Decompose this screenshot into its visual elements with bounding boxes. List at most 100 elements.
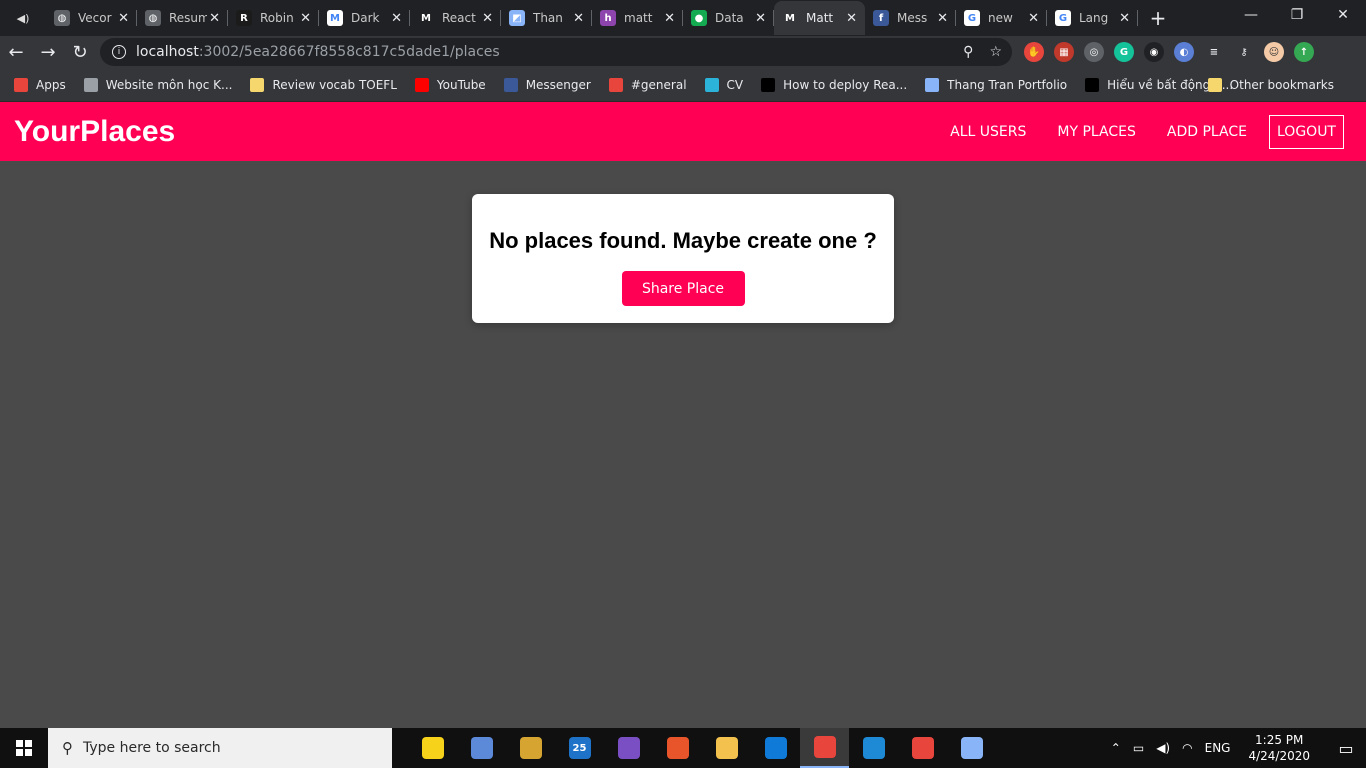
other-bookmarks[interactable]: Other bookmarks bbox=[1207, 77, 1334, 92]
address-bar[interactable]: i localhost:3002/5ea28667f8558c817c5dade… bbox=[100, 38, 1012, 66]
close-tab-icon[interactable]: ✕ bbox=[482, 11, 493, 26]
browser-tab[interactable]: ◩ Than ✕ bbox=[501, 1, 592, 35]
start-button[interactable] bbox=[0, 728, 48, 768]
language-indicator[interactable]: ENG bbox=[1205, 741, 1231, 755]
info-icon[interactable]: i bbox=[112, 45, 126, 59]
close-tab-icon[interactable]: ✕ bbox=[118, 11, 129, 26]
bookmark-item[interactable]: #general bbox=[608, 77, 687, 92]
browser-tab[interactable]: Gnew ✕ bbox=[956, 1, 1047, 35]
tab-title: Data bbox=[715, 11, 744, 25]
taskbar-app[interactable] bbox=[800, 728, 849, 768]
taskbar-app[interactable] bbox=[604, 728, 653, 768]
bookmark-item[interactable]: Apps bbox=[14, 77, 66, 92]
extension-icon[interactable]: ◐ bbox=[1174, 42, 1194, 62]
new-tab-button[interactable]: + bbox=[1138, 6, 1178, 30]
browser-tab[interactable]: G Lang ✕ bbox=[1047, 1, 1138, 35]
profile-avatar[interactable]: ☺ bbox=[1264, 42, 1284, 62]
close-tab-icon[interactable]: ✕ bbox=[846, 11, 857, 26]
battery-icon[interactable]: ▭ bbox=[1133, 741, 1144, 755]
nav-all-users[interactable]: ALL USERS bbox=[950, 124, 1026, 140]
update-icon[interactable]: ↑ bbox=[1294, 42, 1314, 62]
close-tab-icon[interactable]: ✕ bbox=[1028, 11, 1039, 26]
extension-icon[interactable]: ◉ bbox=[1144, 42, 1164, 62]
logout-button[interactable]: LOGOUT bbox=[1269, 114, 1344, 149]
vscode-icon bbox=[862, 737, 885, 759]
close-window-button[interactable]: ✕ bbox=[1320, 0, 1366, 30]
taskbar-app[interactable] bbox=[408, 728, 457, 768]
folder-icon bbox=[250, 77, 265, 92]
zoom-icon[interactable]: ⚲ bbox=[963, 44, 973, 60]
close-tab-icon[interactable]: ✕ bbox=[573, 11, 584, 26]
browser-tab[interactable]: ◍ Vecor ✕ bbox=[46, 1, 137, 35]
close-tab-icon[interactable]: ✕ bbox=[391, 11, 402, 26]
tab-list: ◍ Vecor ✕ ◍ Resum ✕ R Robin ✕ M Dark ✕ M React ✕ ◩ Than ✕… bbox=[46, 1, 1138, 35]
app-logo[interactable]: YourPlaces bbox=[14, 115, 175, 149]
bookmark-item[interactable]: Thang Tran Portfolio bbox=[925, 77, 1067, 92]
media-control-icon[interactable]: ≡ bbox=[1204, 42, 1224, 62]
bookmark-item[interactable]: YouTube bbox=[414, 77, 486, 92]
key-icon[interactable]: ⚷ bbox=[1234, 42, 1254, 62]
taskbar-app[interactable] bbox=[653, 728, 702, 768]
taskbar-app[interactable] bbox=[506, 728, 555, 768]
browser-tab[interactable]: ● Data ✕ bbox=[683, 1, 774, 35]
adblock-extension-icon[interactable]: ✋ bbox=[1024, 42, 1044, 62]
taskbar-app[interactable] bbox=[898, 728, 947, 768]
taskbar-search[interactable]: ⚲ Type here to search bbox=[48, 728, 392, 768]
browser-tab[interactable]: M React ✕ bbox=[410, 1, 501, 35]
novoresume-icon bbox=[704, 77, 719, 92]
close-tab-icon[interactable]: ✕ bbox=[664, 11, 675, 26]
bookmark-item[interactable]: Review vocab TOEFL bbox=[250, 77, 397, 92]
forward-button[interactable]: → bbox=[32, 36, 64, 68]
taskbar-app[interactable] bbox=[457, 728, 506, 768]
restore-button[interactable]: ❐ bbox=[1274, 0, 1320, 30]
notification-icon[interactable]: ▭ bbox=[1326, 739, 1366, 758]
taskbar-app[interactable] bbox=[947, 728, 996, 768]
back-button[interactable]: ← bbox=[0, 36, 32, 68]
extension-icon[interactable]: ▦ bbox=[1054, 42, 1074, 62]
tab-title: Lang bbox=[1079, 11, 1109, 25]
taskbar-app[interactable] bbox=[751, 728, 800, 768]
browser-tab[interactable]: ◍ Resum ✕ bbox=[137, 1, 228, 35]
browser-tab[interactable]: h matt ✕ bbox=[592, 1, 683, 35]
apps-grid-icon bbox=[14, 77, 28, 92]
browser-toolbar: ← → ↻ i localhost:3002/5ea28667f8558c817… bbox=[0, 36, 1366, 68]
bookmark-star-icon[interactable]: ☆ bbox=[989, 44, 1002, 60]
close-tab-icon[interactable]: ✕ bbox=[755, 11, 766, 26]
extensions-area: ✋ ▦ ◎ G ◉ ◐ ≡ ⚷ ☺ ↑ bbox=[1024, 42, 1314, 62]
taskbar-app[interactable] bbox=[849, 728, 898, 768]
portfolio-icon bbox=[925, 77, 940, 92]
browser-tab[interactable]: f Mess ✕ bbox=[865, 1, 956, 35]
volume-icon[interactable]: ◀) bbox=[1156, 741, 1170, 755]
browser-tab[interactable]: M Dark ✕ bbox=[319, 1, 410, 35]
tab-title: Matt bbox=[806, 11, 834, 25]
nav-add-place[interactable]: ADD PLACE bbox=[1167, 124, 1247, 140]
taskbar-apps: 25 bbox=[408, 728, 996, 768]
bookmark-label: Apps bbox=[36, 77, 66, 92]
wifi-icon[interactable]: ◠ bbox=[1182, 741, 1192, 755]
edge-icon bbox=[764, 737, 787, 759]
grammarly-icon[interactable]: G bbox=[1114, 42, 1134, 62]
chevron-up-icon[interactable]: ⌃ bbox=[1111, 741, 1121, 755]
close-tab-icon[interactable]: ✕ bbox=[300, 11, 311, 26]
close-tab-icon[interactable]: ✕ bbox=[209, 11, 220, 26]
facebook-icon: f bbox=[873, 10, 889, 26]
tab-audio-icon[interactable]: ◀) bbox=[0, 1, 46, 35]
browser-tab[interactable]: M Matt ✕ bbox=[774, 1, 865, 35]
reload-button[interactable]: ↻ bbox=[64, 36, 96, 68]
close-tab-icon[interactable]: ✕ bbox=[937, 11, 948, 26]
browser-tab[interactable]: R Robin ✕ bbox=[228, 1, 319, 35]
taskbar-app[interactable] bbox=[702, 728, 751, 768]
bookmark-item[interactable]: Messenger bbox=[503, 77, 591, 92]
bookmark-item[interactable]: How to deploy Rea... bbox=[761, 77, 907, 92]
nav-my-places[interactable]: MY PLACES bbox=[1057, 124, 1135, 140]
taskbar-app[interactable]: 25 bbox=[555, 728, 604, 768]
clock[interactable]: 1:25 PM 4/24/2020 bbox=[1248, 732, 1310, 764]
bookmark-item[interactable]: CV bbox=[704, 77, 743, 92]
close-tab-icon[interactable]: ✕ bbox=[1119, 11, 1130, 26]
share-place-button[interactable]: Share Place bbox=[621, 271, 745, 306]
search-icon: ⚲ bbox=[62, 739, 73, 757]
bookmark-item[interactable]: Website môn học K... bbox=[83, 77, 232, 92]
extension-icon[interactable]: ◎ bbox=[1084, 42, 1104, 62]
mongodb-icon: ● bbox=[691, 10, 707, 26]
minimize-button[interactable]: — bbox=[1228, 0, 1274, 30]
